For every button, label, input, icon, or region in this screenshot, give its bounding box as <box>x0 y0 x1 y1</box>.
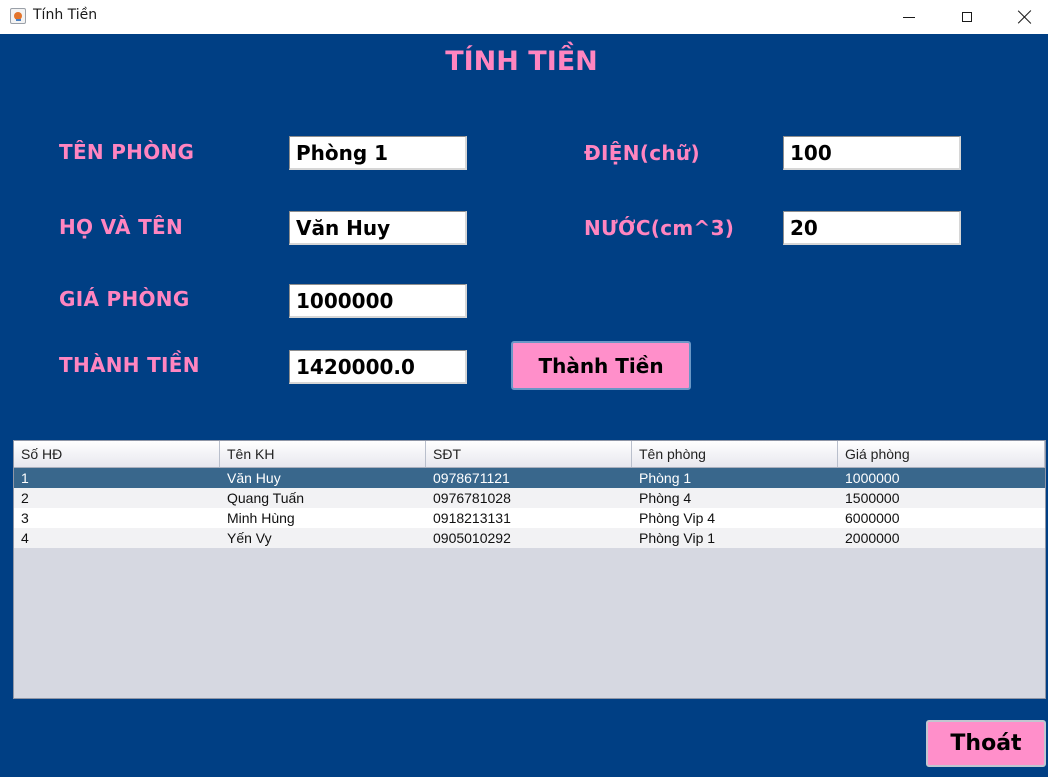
room-price-label: GIÁ PHÒNG <box>59 287 190 311</box>
table-cell: Yến Vy <box>227 530 272 546</box>
table-cell: Phòng Vip 4 <box>639 510 716 526</box>
table-cell: Văn Huy <box>227 470 281 486</box>
table-cell: 2000000 <box>845 530 900 546</box>
invoice-table[interactable]: Số HĐ Tên KH SĐT Tên phòng Giá phòng 1 V… <box>13 440 1046 699</box>
table-cell: Phòng 4 <box>639 490 692 506</box>
table-cell: 0976781028 <box>433 490 511 506</box>
table-cell: 6000000 <box>845 510 900 526</box>
room-name-label: TÊN PHÒNG <box>59 140 195 164</box>
total-output[interactable]: 1420000.0 <box>289 350 467 384</box>
exit-button[interactable]: Thoát <box>926 720 1046 767</box>
table-cell: Quang Tuấn <box>227 490 305 506</box>
java-app-icon <box>10 8 26 24</box>
column-header-room-name[interactable]: Tên phòng <box>632 441 838 467</box>
table-cell: 1 <box>21 470 29 486</box>
table-cell: 0918213131 <box>433 510 511 526</box>
table-cell: 0905010292 <box>433 530 511 546</box>
table-cell: 1000000 <box>845 470 900 486</box>
water-label: NƯỚC(cm^3) <box>584 216 735 240</box>
table-row[interactable]: 4 Yến Vy 0905010292 Phòng Vip 1 2000000 <box>14 528 1045 548</box>
table-cell: Phòng Vip 1 <box>639 530 716 546</box>
electricity-label: ĐIỆN(chữ) <box>584 141 700 165</box>
minimize-button[interactable] <box>886 0 932 34</box>
minimize-icon <box>903 16 915 18</box>
table-row[interactable]: 1 Văn Huy 0978671121 Phòng 1 1000000 <box>14 468 1045 488</box>
close-button[interactable] <box>1002 0 1048 34</box>
column-header-room-price[interactable]: Giá phòng <box>838 441 1045 467</box>
table-row[interactable]: 3 Minh Hùng 0918213131 Phòng Vip 4 60000… <box>14 508 1045 528</box>
maximize-button[interactable] <box>944 0 990 34</box>
table-cell: 3 <box>21 510 29 526</box>
table-body: 1 Văn Huy 0978671121 Phòng 1 1000000 2 Q… <box>14 468 1045 548</box>
water-input[interactable]: 20 <box>783 211 961 245</box>
column-header-customer-name[interactable]: Tên KH <box>220 441 426 467</box>
table-header: Số HĐ Tên KH SĐT Tên phòng Giá phòng <box>14 441 1045 468</box>
table-cell: Phòng 1 <box>639 470 692 486</box>
room-price-input[interactable]: 1000000 <box>289 284 467 318</box>
table-row[interactable]: 2 Quang Tuấn 0976781028 Phòng 4 1500000 <box>14 488 1045 508</box>
electricity-input[interactable]: 100 <box>783 136 961 170</box>
full-name-label: HỌ VÀ TÊN <box>59 215 184 239</box>
title-bar: Tính Tiền <box>0 0 1048 34</box>
table-cell: Minh Hùng <box>227 510 295 526</box>
column-header-phone[interactable]: SĐT <box>426 441 632 467</box>
column-header-invoice-no[interactable]: Số HĐ <box>14 441 220 467</box>
maximize-icon <box>962 12 972 22</box>
table-cell: 0978671121 <box>433 470 510 486</box>
calculate-total-button[interactable]: Thành Tiền <box>511 341 691 390</box>
table-cell: 2 <box>21 490 29 506</box>
window-title: Tính Tiền <box>33 7 98 23</box>
total-label: THÀNH TIỀN <box>59 353 200 377</box>
page-title: TÍNH TIỀN <box>445 46 598 77</box>
full-name-input[interactable]: Văn Huy <box>289 211 467 245</box>
main-panel: TÍNH TIỀN TÊN PHÒNG Phòng 1 HỌ VÀ TÊN Vă… <box>0 34 1048 777</box>
room-name-input[interactable]: Phòng 1 <box>289 136 467 170</box>
close-icon <box>1018 10 1032 24</box>
table-cell: 4 <box>21 530 29 546</box>
table-cell: 1500000 <box>845 490 900 506</box>
